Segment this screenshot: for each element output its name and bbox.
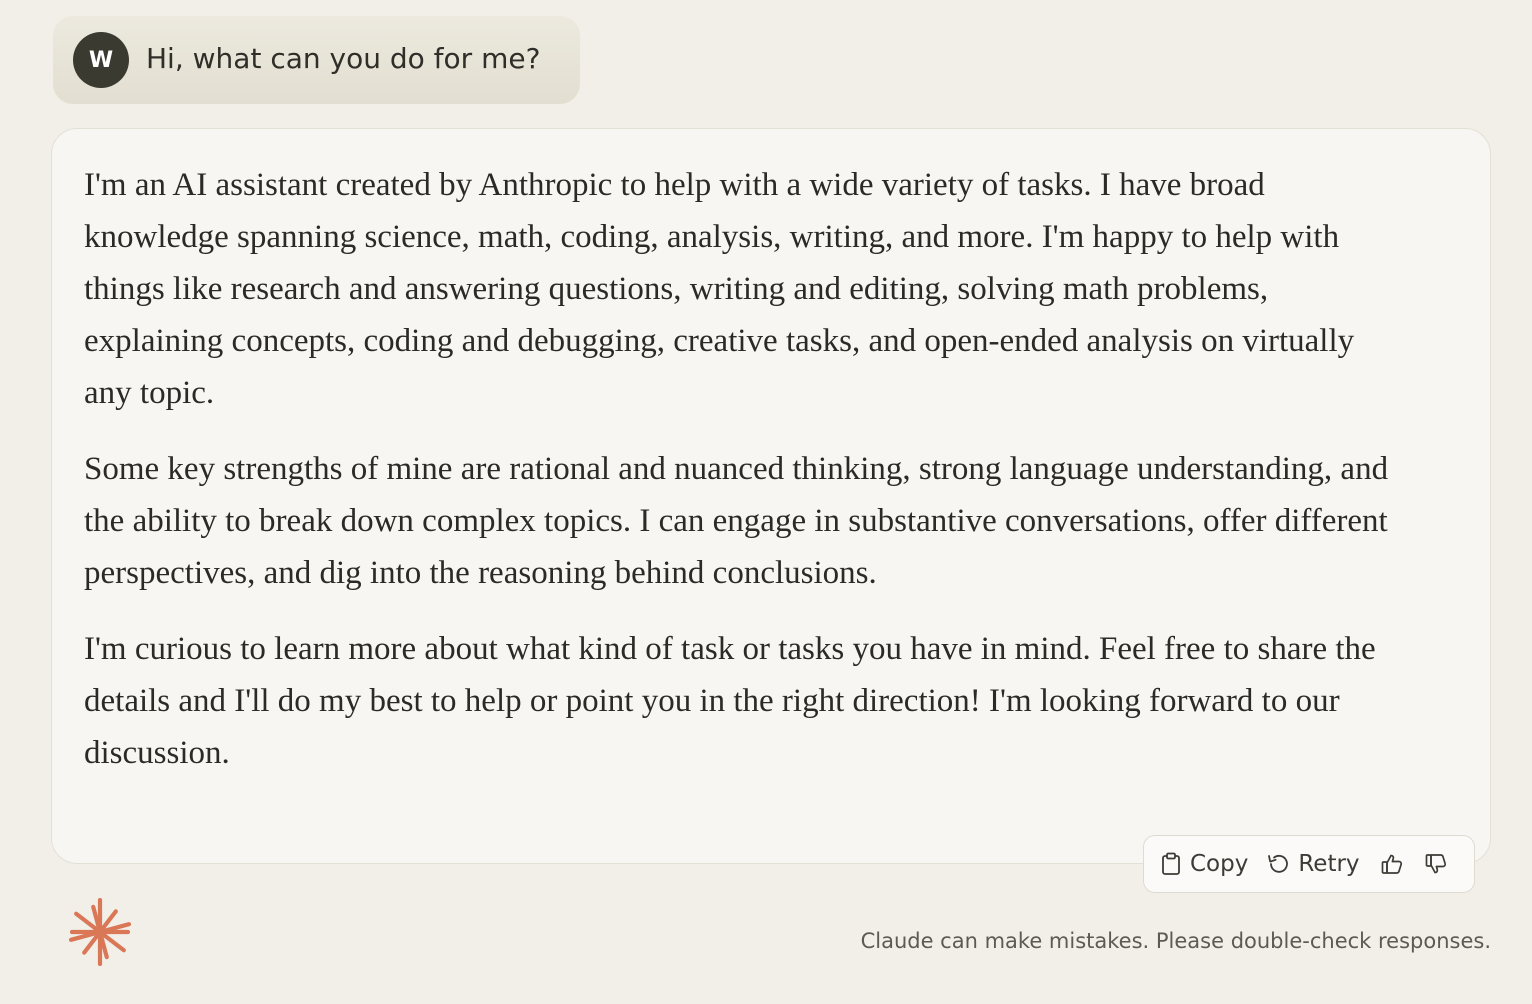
thumbs-down-button[interactable] <box>1424 852 1448 876</box>
copy-label: Copy <box>1190 851 1249 877</box>
retry-label: Retry <box>1298 851 1360 877</box>
response-paragraph: Some key strengths of mine are rational … <box>84 451 1389 591</box>
user-message-text: Hi, what can you do for me? <box>146 42 541 75</box>
response-paragraph: I'm an AI assistant created by Anthropic… <box>84 167 1355 411</box>
user-message-bubble: W Hi, what can you do for me? <box>53 16 580 104</box>
clipboard-icon <box>1160 852 1182 876</box>
assistant-response-card: I'm an AI assistant created by Anthropic… <box>51 128 1491 864</box>
thumbs-down-icon <box>1424 852 1448 876</box>
assistant-response-body: I'm an AI assistant created by Anthropic… <box>84 159 1404 803</box>
message-action-toolbar: Copy Retry <box>1143 835 1475 893</box>
copy-button[interactable]: Copy <box>1160 851 1248 877</box>
disclaimer-text: Claude can make mistakes. Please double-… <box>860 929 1491 953</box>
response-paragraph: I'm curious to learn more about what kin… <box>84 631 1376 771</box>
thumbs-up-button[interactable] <box>1380 852 1404 876</box>
thumbs-up-icon <box>1380 852 1404 876</box>
retry-button[interactable]: Retry <box>1266 851 1360 877</box>
claude-logo-icon <box>66 897 134 967</box>
retry-icon <box>1266 853 1290 875</box>
avatar[interactable]: W <box>73 32 129 88</box>
